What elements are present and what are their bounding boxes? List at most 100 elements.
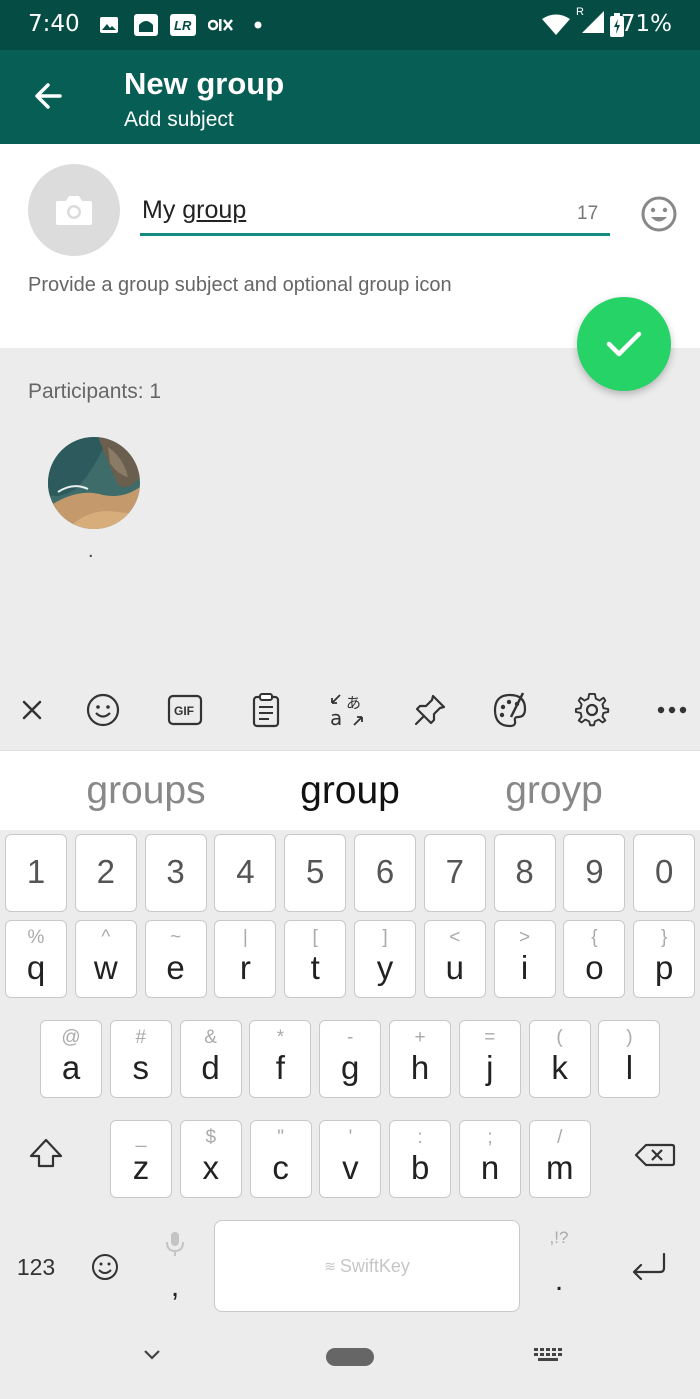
translate-icon[interactable]: aあ bbox=[327, 690, 367, 730]
back-arrow-icon[interactable] bbox=[30, 76, 70, 116]
key-alt-label: ] bbox=[382, 927, 388, 948]
key-g[interactable]: -g bbox=[319, 1020, 382, 1098]
key-r[interactable]: | r bbox=[214, 920, 277, 998]
key-label: n bbox=[480, 1149, 500, 1186]
key-2[interactable]: 2 bbox=[74, 834, 137, 912]
key-label: o bbox=[585, 949, 604, 986]
svg-text:a: a bbox=[330, 706, 342, 729]
svg-text:あ: あ bbox=[346, 694, 361, 712]
key-v[interactable]: ' v bbox=[319, 1120, 382, 1198]
key-1[interactable]: 1 bbox=[5, 834, 67, 912]
emoji-icon[interactable] bbox=[639, 194, 679, 234]
key-alt-label: * bbox=[276, 1027, 285, 1048]
camera-icon bbox=[56, 196, 92, 225]
more-options-icon[interactable] bbox=[652, 690, 692, 730]
key-n[interactable]: ; n bbox=[459, 1120, 521, 1198]
key-8[interactable]: 8 bbox=[493, 834, 556, 912]
suggestion-center[interactable]: group bbox=[250, 769, 450, 813]
emoji-panel-icon[interactable] bbox=[83, 690, 123, 730]
key-i[interactable]: > i bbox=[493, 920, 556, 998]
clipboard-icon[interactable] bbox=[246, 690, 286, 730]
emoji-key[interactable] bbox=[80, 1230, 130, 1308]
settings-gear-icon[interactable] bbox=[572, 690, 612, 730]
comma-voice-key[interactable]: , bbox=[150, 1220, 200, 1312]
key-w[interactable]: ^ w bbox=[74, 920, 137, 998]
key-o[interactable]: {o bbox=[563, 920, 626, 998]
key-alt-label: : bbox=[417, 1127, 423, 1148]
period-key[interactable]: ,!? . bbox=[534, 1220, 584, 1312]
key-label: u bbox=[445, 949, 464, 986]
key-m[interactable]: / m bbox=[528, 1120, 591, 1198]
system-navigation-bar bbox=[0, 1320, 700, 1399]
image-notification-icon bbox=[98, 14, 120, 36]
key-7[interactable]: 7 bbox=[423, 834, 486, 912]
key-x[interactable]: $ x bbox=[179, 1120, 242, 1198]
key-alt-label: + bbox=[414, 1027, 426, 1048]
cellular-signal-icon: R bbox=[576, 6, 606, 33]
chevron-down-icon[interactable] bbox=[142, 1348, 162, 1367]
enter-key[interactable] bbox=[620, 1230, 680, 1308]
home-pill-button[interactable] bbox=[326, 1348, 374, 1371]
suggestion-right[interactable]: groyp bbox=[454, 769, 654, 813]
backspace-key[interactable] bbox=[620, 1120, 690, 1198]
spacebar[interactable]: ≋ SwiftKey bbox=[214, 1220, 520, 1312]
keyboard-switch-icon[interactable] bbox=[534, 1348, 562, 1371]
keyboard-toolbar: GIF aあ bbox=[0, 670, 700, 750]
numbers-switch-key[interactable]: 123 bbox=[6, 1230, 66, 1308]
key-y[interactable]: ] y bbox=[354, 920, 416, 998]
key-z[interactable]: _ z bbox=[110, 1120, 172, 1198]
app-bar: New group Add subject bbox=[0, 50, 700, 144]
key-0[interactable]: 0 bbox=[633, 834, 696, 912]
key-h[interactable]: + h bbox=[389, 1020, 451, 1098]
word-suggestions-bar: groups group groyp bbox=[0, 750, 700, 830]
keyboard: 1 2 3 4 5 6 7 8 9 0% q ^ w ~ e | r[t] y < u > i{o} p @ a # s & d * f - g… bbox=[0, 830, 700, 1399]
key-label: k bbox=[551, 1049, 568, 1086]
confirm-create-group-button[interactable] bbox=[577, 297, 671, 391]
svg-text:R: R bbox=[576, 6, 584, 18]
close-toolbar-icon[interactable] bbox=[12, 690, 52, 730]
gif-icon[interactable]: GIF bbox=[165, 690, 205, 730]
key-alt-label: > bbox=[519, 927, 531, 948]
key-a[interactable]: @ a bbox=[40, 1020, 102, 1098]
theme-palette-icon[interactable] bbox=[490, 690, 530, 730]
numbers-switch-label: 123 bbox=[16, 1254, 56, 1280]
key-t[interactable]: [t bbox=[284, 920, 347, 998]
key-l[interactable]: ) l bbox=[598, 1020, 661, 1098]
key-4[interactable]: 4 bbox=[214, 834, 277, 912]
participant-name: . bbox=[88, 540, 94, 562]
key-b[interactable]: :b bbox=[389, 1120, 452, 1198]
key-f[interactable]: * f bbox=[249, 1020, 312, 1098]
key-5[interactable]: 5 bbox=[284, 834, 347, 912]
key-q[interactable]: % q bbox=[5, 920, 67, 998]
key-9[interactable]: 9 bbox=[563, 834, 626, 912]
key-e[interactable]: ~ e bbox=[144, 920, 207, 998]
battery-percentage: 71% bbox=[620, 11, 672, 37]
key-label: x bbox=[202, 1149, 220, 1186]
key-u[interactable]: < u bbox=[423, 920, 486, 998]
subject-hint: Provide a group subject and optional gro… bbox=[28, 274, 452, 296]
group-icon-picker[interactable] bbox=[28, 164, 120, 256]
key-label: 6 bbox=[375, 853, 395, 890]
suggestion-left[interactable]: groups bbox=[46, 769, 246, 813]
key-s[interactable]: # s bbox=[109, 1020, 172, 1098]
group-subject-input[interactable] bbox=[140, 190, 610, 236]
participant-avatar[interactable] bbox=[48, 437, 140, 529]
key-3[interactable]: 3 bbox=[144, 834, 207, 912]
shift-key[interactable] bbox=[16, 1120, 76, 1198]
key-label: i bbox=[520, 949, 529, 986]
olx-app-icon bbox=[208, 14, 234, 36]
key-d[interactable]: & d bbox=[179, 1020, 242, 1098]
key-alt-label: # bbox=[135, 1027, 147, 1048]
key-6[interactable]: 6 bbox=[354, 834, 416, 912]
key-label: h bbox=[410, 1049, 430, 1086]
page-subtitle: Add subject bbox=[124, 108, 234, 131]
pin-icon[interactable] bbox=[410, 690, 450, 730]
key-c[interactable]: " c bbox=[249, 1120, 312, 1198]
key-j[interactable]: = j bbox=[458, 1020, 521, 1098]
key-alt-label: - bbox=[347, 1027, 354, 1048]
key-label: 7 bbox=[445, 853, 464, 890]
remaining-char-count: 17 bbox=[577, 203, 599, 224]
key-k[interactable]: (k bbox=[528, 1020, 591, 1098]
more-notifications-dot-icon bbox=[254, 14, 262, 36]
key-p[interactable]: } p bbox=[633, 920, 696, 998]
